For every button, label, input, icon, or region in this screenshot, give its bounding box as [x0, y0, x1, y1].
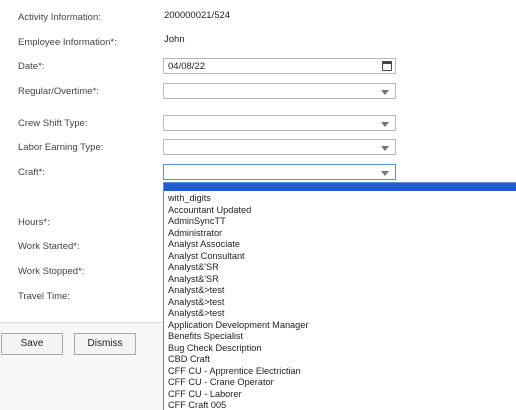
craft-option[interactable]: Analyst&'SR [164, 274, 516, 286]
chevron-down-icon [381, 122, 389, 127]
craft-option[interactable]: CBD Craft [164, 354, 516, 366]
craft-options: with_digits Accountant Updated AdminSync… [164, 191, 516, 410]
craft-option[interactable]: Application Development Manager [164, 320, 516, 332]
hours-label: Hours*: [18, 217, 50, 228]
craft-dropdown-list[interactable]: with_digits Accountant Updated AdminSync… [163, 182, 516, 410]
date-field[interactable]: 04/08/22 [163, 58, 396, 74]
calendar-icon[interactable] [382, 61, 392, 71]
employee-label: Employee Information*: [18, 37, 117, 48]
dropdown-highlight-bar [164, 183, 516, 191]
chevron-down-icon [381, 146, 389, 151]
craft-option[interactable]: Analyst&'SR [164, 262, 516, 274]
craft-option[interactable]: Analyst Consultant [164, 251, 516, 263]
craft-option[interactable]: Analyst&>test [164, 297, 516, 309]
crew-shift-label: Crew Shift Type: [18, 118, 88, 129]
save-button[interactable]: Save [1, 333, 63, 355]
chevron-down-icon [381, 90, 389, 95]
date-value: 04/08/22 [168, 61, 205, 72]
activity-label: Activity Information: [18, 12, 101, 23]
craft-option[interactable]: Accountant Updated [164, 205, 516, 217]
craft-option[interactable]: Administrator [164, 228, 516, 240]
craft-option[interactable]: Analyst&>test [164, 285, 516, 297]
chevron-down-icon [381, 171, 389, 176]
craft-option[interactable]: Bug Check Description [164, 343, 516, 355]
craft-option[interactable]: CFF Craft 005 [164, 400, 516, 410]
labor-earning-select[interactable] [163, 139, 396, 155]
craft-label: Craft*: [18, 167, 45, 178]
craft-select[interactable] [163, 164, 396, 180]
labor-earning-label: Labor Earning Type: [18, 142, 104, 153]
craft-option[interactable]: Analyst&>test [164, 308, 516, 320]
crew-shift-select[interactable] [163, 115, 396, 131]
craft-option[interactable]: CFF CU - Laborer [164, 389, 516, 401]
craft-option[interactable]: with_digits [164, 193, 516, 205]
work-started-label: Work Started*: [18, 241, 80, 252]
employee-value: John [164, 34, 185, 45]
date-label: Date*: [18, 61, 45, 72]
travel-time-label: Travel Time: [18, 291, 70, 302]
regular-overtime-select[interactable] [163, 83, 396, 99]
work-stopped-label: Work Stopped*: [18, 266, 85, 277]
craft-option[interactable]: Analyst Associate [164, 239, 516, 251]
craft-option[interactable]: CFF CU - Apprentice Electrictian [164, 366, 516, 378]
craft-option[interactable]: Benefits Specialist [164, 331, 516, 343]
craft-option[interactable]: CFF CU - Crane Operator [164, 377, 516, 389]
activity-value: 200000021/524 [164, 10, 231, 21]
craft-option[interactable]: AdminSyncTT [164, 216, 516, 228]
regular-overtime-label: Regular/Overtime*: [18, 86, 99, 97]
dismiss-button[interactable]: Dismiss [74, 333, 136, 355]
